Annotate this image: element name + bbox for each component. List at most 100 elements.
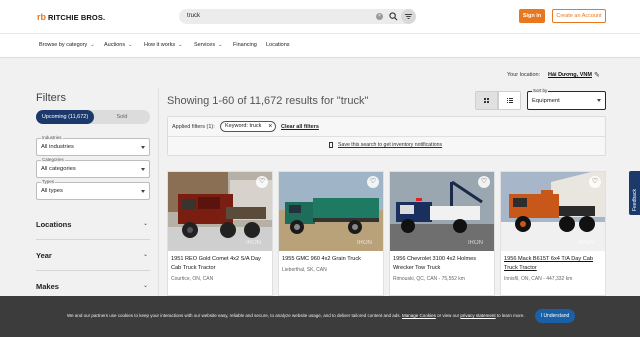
- search-icon[interactable]: [389, 12, 398, 23]
- section-title: Year: [36, 251, 52, 260]
- caret-down-icon: [141, 146, 145, 149]
- nav-financing[interactable]: Financing: [233, 42, 257, 48]
- site-header: rb RITCHIE BROS. truck × Sign in Create …: [0, 0, 640, 33]
- listing-title[interactable]: 1956 Chevrolet 3100 4x2 Holmes Wrecker T…: [393, 255, 493, 273]
- feedback-label: Feedback: [632, 189, 638, 211]
- main-nav: Browse by category ⌄ Auctions ⌄ How it wor…: [0, 33, 640, 58]
- chevron-down-icon: ⌄: [142, 252, 148, 258]
- listing-photo[interactable]: IRON ♡: [390, 172, 494, 251]
- select-label: Types: [41, 179, 56, 184]
- clear-all-filters-link[interactable]: Clear all filters: [281, 124, 319, 130]
- categories-select[interactable]: Categories All categories: [36, 157, 150, 178]
- select-label: Industries: [41, 135, 63, 140]
- manage-cookies-link[interactable]: Manage Cookies: [402, 313, 436, 318]
- chip-label: Keyword: truck: [225, 123, 262, 129]
- divider: [168, 136, 605, 137]
- nav-how-it-works[interactable]: How it works ⌄: [144, 42, 182, 48]
- sign-in-button[interactable]: Sign in: [519, 9, 545, 23]
- nav-auctions[interactable]: Auctions ⌄: [104, 42, 132, 48]
- listing-card[interactable]: IRON ♡ 1955 GMC 960 4x2 Grain Truck Lieb…: [278, 171, 384, 296]
- select-value: All industries: [41, 144, 74, 150]
- filters-heading: Filters: [36, 92, 66, 104]
- listing-location: Rimouski, QC, CAN - 75,552 km: [393, 276, 465, 282]
- grid-view-button[interactable]: [475, 91, 498, 110]
- listing-card[interactable]: IRON ♡ 1951 REO Gold Comet 4x2 S/A Day C…: [167, 171, 273, 296]
- ritchie-bros-logo[interactable]: rb RITCHIE BROS.: [37, 12, 105, 22]
- remove-chip-icon[interactable]: ×: [268, 122, 272, 131]
- listing-location: Courtice, ON, CAN: [171, 276, 214, 282]
- listing-photo[interactable]: IRON ♡: [501, 172, 605, 251]
- bookmark-icon: [329, 142, 333, 148]
- sort-by-select[interactable]: Sort by Equipment: [527, 88, 606, 110]
- upcoming-sold-toggle: Upcoming (11,672) Sold: [36, 110, 150, 124]
- listing-photo[interactable]: IRON ♡: [279, 172, 383, 251]
- nav-services[interactable]: Services ⌄: [194, 42, 222, 48]
- clear-search-icon[interactable]: ×: [376, 13, 383, 20]
- caret-down-icon: [141, 190, 145, 193]
- location-label: Your location:: [507, 72, 541, 78]
- cookie-message: We and our partners use cookies to keep …: [67, 313, 525, 318]
- list-view-button[interactable]: [498, 91, 521, 110]
- industries-select[interactable]: Industries All industries: [36, 135, 150, 156]
- nav-locations[interactable]: Locations: [266, 42, 290, 48]
- listing-title[interactable]: 1951 REO Gold Comet 4x2 S/A Day Cab Truc…: [171, 255, 271, 273]
- favorite-heart-icon[interactable]: ♡: [589, 176, 601, 188]
- sort-label: Sort by: [532, 88, 549, 93]
- svg-text:IRON: IRON: [357, 240, 372, 246]
- section-year[interactable]: Year ⌄: [36, 241, 150, 271]
- chevron-down-icon: ⌄: [128, 42, 133, 48]
- sort-value: Equipment: [532, 98, 560, 104]
- create-account-button[interactable]: Create an Account: [552, 9, 606, 23]
- save-search-label: Save this search to get inventory notifi…: [338, 142, 443, 148]
- caret-down-icon: [141, 168, 145, 171]
- listing-photo[interactable]: IRON ♡: [168, 172, 272, 251]
- privacy-statement-link[interactable]: privacy statement: [460, 313, 495, 318]
- logo-mark: rb: [37, 12, 46, 22]
- listing-card[interactable]: IRON ♡ 1956 Mack B615T 6x4 T/A Day Cab T…: [500, 171, 606, 296]
- svg-text:IRON: IRON: [468, 240, 483, 246]
- cookie-banner: We and our partners use cookies to keep …: [0, 296, 640, 337]
- edit-pencil-icon[interactable]: ✎: [594, 71, 600, 79]
- filter-sliders-button[interactable]: [401, 9, 416, 24]
- accept-cookies-button[interactable]: I Understand: [535, 309, 575, 323]
- search-query[interactable]: truck: [187, 13, 200, 19]
- chevron-down-icon: ⌄: [218, 42, 223, 48]
- chevron-down-icon: ⌄: [90, 42, 95, 48]
- grid-icon: [484, 98, 489, 103]
- toggle-sold[interactable]: Sold: [94, 110, 150, 124]
- list-icon: [507, 98, 513, 103]
- nav-browse-by-category[interactable]: Browse by category ⌄: [39, 42, 95, 48]
- section-title: Locations: [36, 220, 72, 229]
- types-select[interactable]: Types All types: [36, 179, 150, 200]
- favorite-heart-icon[interactable]: ♡: [256, 176, 268, 188]
- search-input[interactable]: truck ×: [179, 9, 416, 24]
- save-search-link[interactable]: Save this search to get inventory notifi…: [329, 142, 442, 148]
- logo-text: RITCHIE BROS.: [48, 12, 106, 22]
- caret-down-icon: [597, 99, 601, 102]
- favorite-heart-icon[interactable]: ♡: [478, 176, 490, 188]
- results-heading: Showing 1-60 of 11,672 results for "truc…: [167, 95, 369, 107]
- location-value[interactable]: Hải Dương, VNM: [548, 72, 592, 78]
- listing-location: Innisfil, ON, CAN - 447,332 km: [504, 276, 573, 282]
- applied-filters-panel: Applied filters (1): Keyword: truck × Cl…: [167, 116, 606, 156]
- filter-icon: [405, 14, 412, 19]
- listing-title[interactable]: 1955 GMC 960 4x2 Grain Truck: [282, 255, 382, 264]
- select-value: All types: [41, 188, 63, 194]
- select-value: All categories: [41, 166, 76, 172]
- section-locations[interactable]: Locations ⌄: [36, 210, 150, 240]
- select-label: Categories: [41, 157, 65, 162]
- toggle-upcoming[interactable]: Upcoming (11,672): [36, 110, 94, 124]
- keyword-filter-chip[interactable]: Keyword: truck ×: [220, 121, 277, 132]
- feedback-tab[interactable]: Feedback: [629, 171, 640, 215]
- svg-text:IRON: IRON: [246, 240, 261, 246]
- favorite-heart-icon[interactable]: ♡: [367, 176, 379, 188]
- applied-filters-label: Applied filters (1):: [172, 124, 215, 130]
- listing-title[interactable]: 1956 Mack B615T 6x4 T/A Day Cab Truck Tr…: [504, 255, 604, 273]
- section-title: Makes: [36, 282, 59, 291]
- chevron-down-icon: ⌄: [178, 42, 183, 48]
- svg-text:IRON: IRON: [579, 240, 594, 246]
- chevron-down-icon: ⌄: [142, 221, 148, 227]
- sidebar-divider: [158, 88, 159, 298]
- listing-card[interactable]: IRON ♡ 1956 Chevrolet 3100 4x2 Holmes Wr…: [389, 171, 495, 296]
- listing-location: Lieberthal, SK, CAN: [282, 267, 327, 273]
